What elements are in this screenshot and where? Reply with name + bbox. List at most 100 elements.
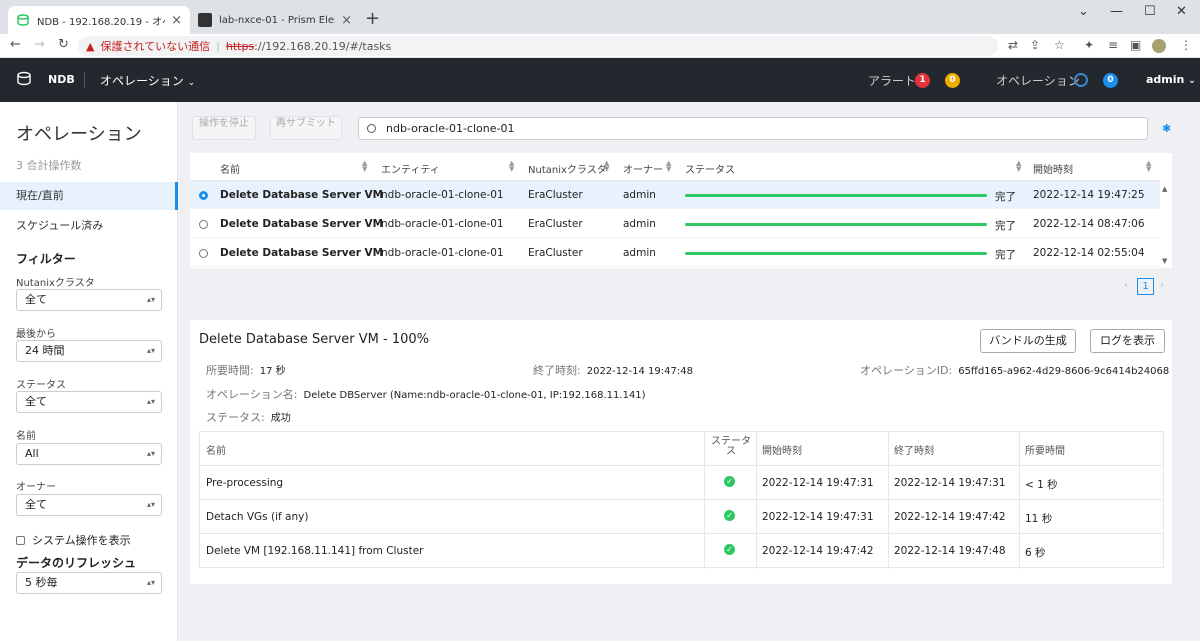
url-path: ://192.168.20.19/#/tasks — [254, 39, 392, 53]
operations-menu[interactable]: オペレーション ⌄ — [100, 72, 195, 89]
ops-label[interactable]: オペレーション — [996, 72, 1080, 89]
operation-name-label: オペレーション名: — [206, 388, 298, 401]
page-number[interactable]: 1 — [1137, 278, 1154, 295]
search-value: ndb-oracle-01-clone-01 — [386, 122, 515, 135]
filter-status-select[interactable]: 全て ▴▾ — [16, 391, 162, 413]
share-icon[interactable]: ⇪ — [1030, 38, 1040, 52]
browser-toolbar: ← → ↻ ▲ 保護されていない通信 | https ://192.168.20… — [0, 34, 1200, 58]
generate-bundle-button[interactable]: バンドルの生成 — [980, 329, 1076, 353]
page-prev-icon[interactable]: ‹ — [1124, 280, 1128, 291]
filter-owner-select[interactable]: 全て ▴▾ — [16, 494, 162, 516]
extensions-icon[interactable]: ✦ — [1084, 38, 1094, 52]
operation-id-value: 65ffd165-a962-4d29-8606-9c6414b24068 — [958, 366, 1170, 377]
sidebar-item-scheduled[interactable]: スケジュール済み — [0, 212, 178, 240]
filter-name-select[interactable]: All ▴▾ — [16, 443, 162, 465]
close-tab-icon[interactable]: × — [171, 13, 182, 28]
alerts-label[interactable]: アラート — [868, 72, 916, 89]
check-icon: ✓ — [724, 510, 735, 521]
filter-owner-label: オーナー — [16, 482, 56, 493]
col-status[interactable]: ステータス — [685, 161, 735, 176]
scroll-down-icon[interactable]: ▼ — [1162, 257, 1167, 265]
system-ops-label: システム操作を表示 — [32, 534, 131, 547]
new-tab-icon[interactable]: + — [365, 8, 380, 29]
table-row[interactable]: Delete Database Server VM ndb-oracle-01-… — [190, 239, 1160, 267]
select-value: 全て — [25, 498, 47, 511]
operation-count: 3 合計操作数 — [16, 159, 82, 172]
minimize-icon[interactable]: — — [1110, 4, 1123, 19]
col-name[interactable]: 名前 — [220, 161, 240, 176]
sort-icon[interactable]: ▲ ▼ — [1146, 160, 1151, 173]
back-icon[interactable]: ← — [10, 37, 21, 52]
scroll-up-icon[interactable]: ▲ — [1162, 185, 1167, 193]
ops-count-badge[interactable]: 0 — [1103, 73, 1118, 88]
side-panel-icon[interactable]: ▣ — [1130, 38, 1141, 52]
filter-cluster-select[interactable]: 全て ▴▾ — [16, 289, 162, 311]
col-start[interactable]: 開始時刻 — [1033, 161, 1073, 176]
browser-tab-prism[interactable]: lab-nxce-01 - Prism Element × — [190, 6, 360, 34]
close-tab-icon[interactable]: × — [341, 13, 352, 28]
refresh-select[interactable]: 5 秒毎 ▴▾ — [16, 572, 162, 594]
search-input[interactable]: ndb-oracle-01-clone-01 — [358, 117, 1148, 140]
maximize-icon[interactable]: ☐ — [1144, 4, 1156, 19]
row-name: Delete Database Server VM — [220, 189, 384, 201]
close-window-icon[interactable]: ✕ — [1176, 4, 1187, 19]
select-arrows-icon: ▴▾ — [146, 578, 155, 587]
operation-id-field: オペレーションID: 65ffd165-a962-4d29-8606-9c6414… — [860, 362, 1169, 378]
row-owner: admin — [623, 218, 656, 230]
sidebar-item-current[interactable]: 現在/直前 — [0, 182, 178, 210]
user-menu[interactable]: admin ⌄ — [1146, 73, 1196, 86]
bookmark-star-icon[interactable]: ☆ — [1054, 38, 1065, 52]
gear-icon[interactable]: ✱ — [1162, 122, 1171, 135]
col-cluster[interactable]: Nutanixクラスタ — [528, 161, 607, 176]
col-owner[interactable]: オーナー — [623, 161, 663, 176]
system-ops-toggle[interactable]: システム操作を表示 — [16, 532, 131, 548]
table-row[interactable]: Delete Database Server VM ndb-oracle-01-… — [190, 181, 1160, 209]
page-next-icon[interactable]: › — [1160, 280, 1164, 291]
operation-detail-panel: Delete Database Server VM - 100% バンドルの生成… — [190, 320, 1172, 584]
step-start: 2022-12-14 19:47:31 — [762, 477, 874, 489]
sort-icon[interactable]: ▲ ▼ — [362, 160, 367, 173]
select-arrows-icon: ▴▾ — [146, 500, 155, 509]
critical-alert-badge[interactable]: 1 — [915, 73, 930, 88]
browser-tab-ndb[interactable]: NDB - 192.168.20.19 - オペレーシ × — [8, 6, 190, 34]
sort-icon[interactable]: ▲ ▼ — [1016, 160, 1021, 173]
operations-table: 名前 ▲ ▼ エンティティ ▲ ▼ Nutanixクラスタ ▲ ▼ オーナー ▲ ▼ ス… — [190, 153, 1172, 268]
system-ops-checkbox[interactable] — [16, 535, 25, 545]
browser-menu-icon[interactable]: ⋮ — [1180, 38, 1192, 52]
reload-icon[interactable]: ↻ — [58, 37, 69, 52]
ops-progress-ring-icon[interactable] — [1074, 73, 1088, 87]
row-status: 完了 — [995, 220, 1016, 232]
row-entity: ndb-oracle-01-clone-01 — [381, 218, 504, 230]
show-log-button[interactable]: ログを表示 — [1090, 329, 1165, 353]
warning-alert-badge[interactable]: 0 — [945, 73, 960, 88]
row-radio[interactable] — [199, 191, 208, 200]
row-radio[interactable] — [199, 249, 208, 258]
resubmit-button[interactable]: 再サブミット — [270, 116, 342, 140]
select-arrows-icon: ▴▾ — [146, 449, 155, 458]
step-duration: 6 秒 — [1025, 547, 1046, 559]
address-bar[interactable]: ▲ 保護されていない通信 | https ://192.168.20.19/#/… — [78, 36, 998, 56]
chevron-down-icon: ⌄ — [1188, 76, 1196, 86]
step-duration: < 1 秒 — [1025, 479, 1058, 491]
reading-list-icon[interactable]: ≡ — [1108, 38, 1118, 52]
translate-icon[interactable]: ⇄ — [1008, 38, 1018, 52]
step-col-duration: 所要時間 — [1025, 446, 1065, 457]
chevron-down-icon: ⌄ — [187, 78, 196, 88]
step-col-status: ステータス — [711, 436, 751, 457]
filter-cluster-label: Nutanixクラスタ — [16, 278, 95, 289]
stop-operation-button[interactable]: 操作を停止 — [192, 116, 256, 140]
row-radio[interactable] — [199, 220, 208, 229]
end-time-label: 終了時刻: — [533, 364, 581, 377]
col-entity[interactable]: エンティティ — [381, 161, 440, 176]
profile-avatar-icon[interactable] — [1152, 39, 1166, 53]
operations-menu-label: オペレーション — [100, 74, 184, 88]
table-row[interactable]: Delete Database Server VM ndb-oracle-01-… — [190, 210, 1160, 238]
sort-icon[interactable]: ▲ ▼ — [509, 160, 514, 173]
row-entity: ndb-oracle-01-clone-01 — [381, 189, 504, 201]
forward-icon[interactable]: → — [34, 37, 45, 52]
step-row: Delete VM [192.168.11.141] from Cluster … — [200, 533, 1163, 567]
filter-since-select[interactable]: 24 時間 ▴▾ — [16, 340, 162, 362]
chevron-down-icon[interactable]: ⌄ — [1078, 4, 1089, 19]
sort-icon[interactable]: ▲ ▼ — [604, 160, 609, 173]
sort-icon[interactable]: ▲ ▼ — [666, 160, 671, 173]
